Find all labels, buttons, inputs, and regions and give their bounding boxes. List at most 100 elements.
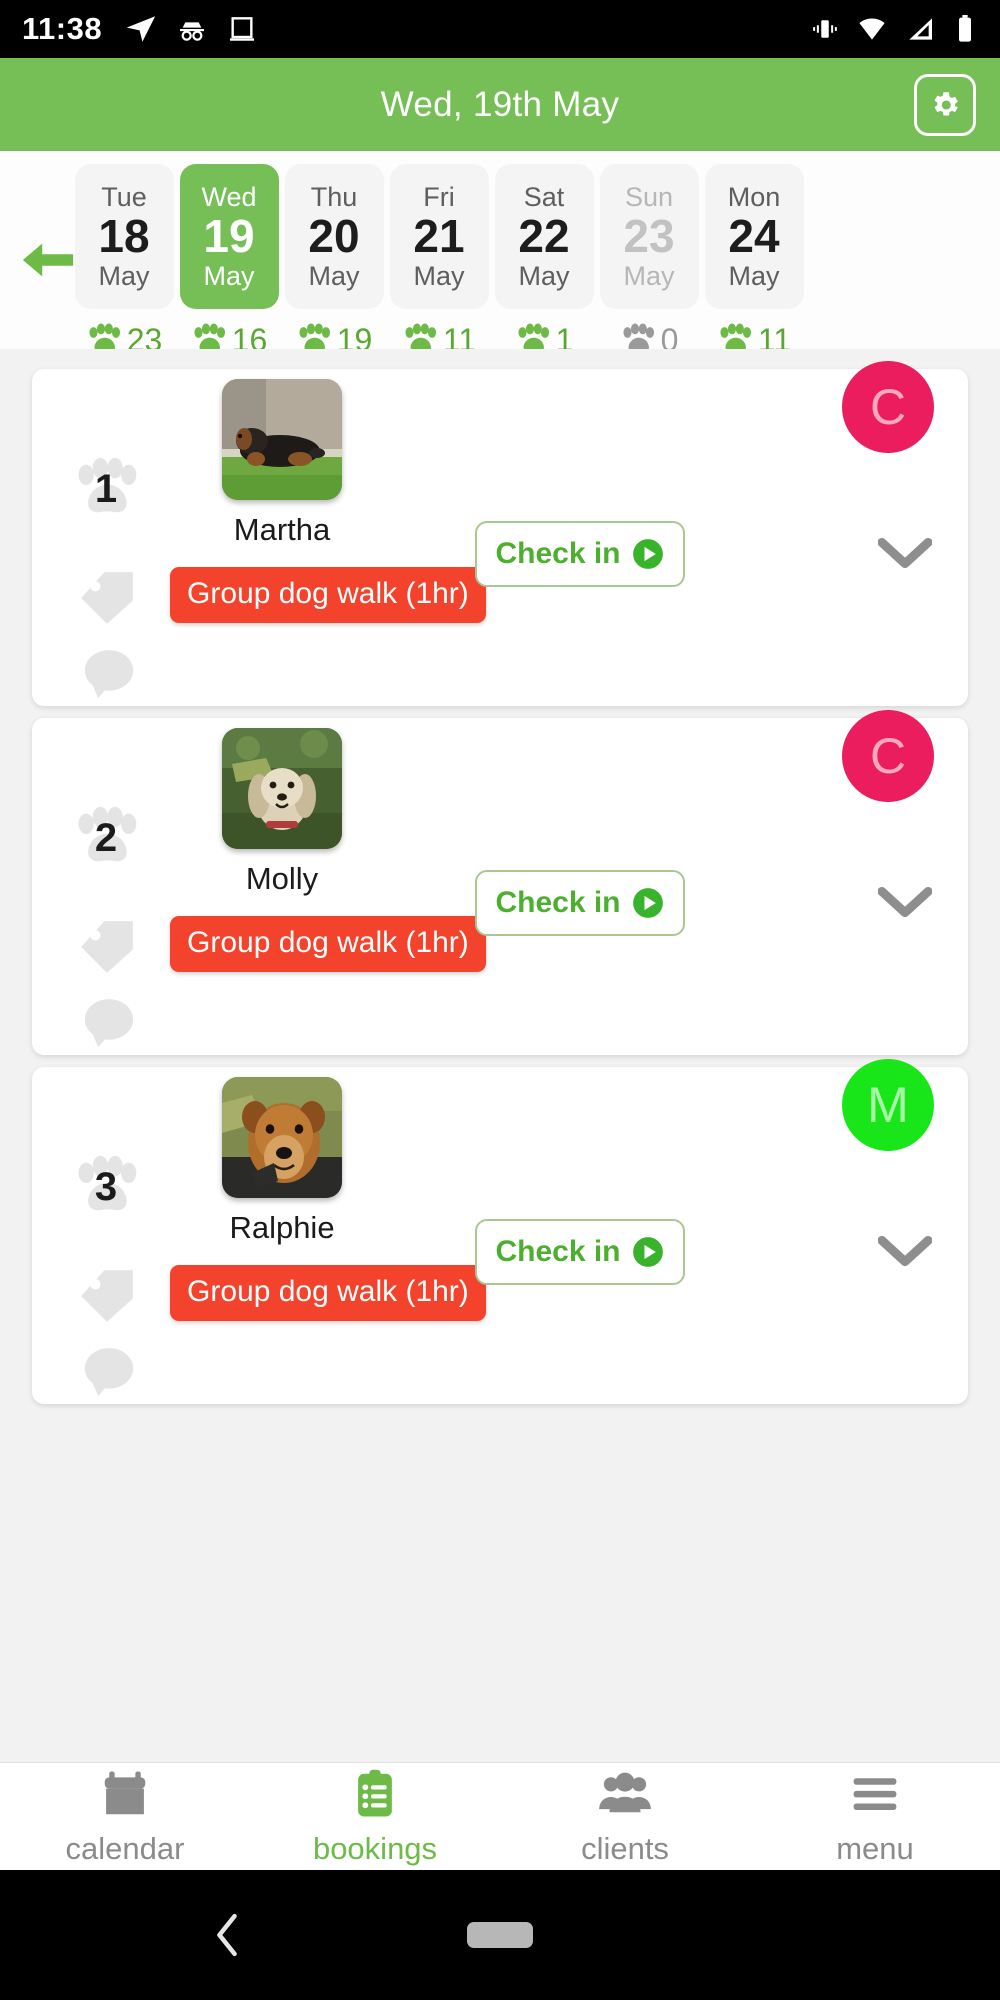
booking-index: 1: [94, 466, 118, 511]
pet-name: Martha: [233, 512, 331, 547]
service-tag[interactable]: Group dog walk (1hr): [170, 567, 486, 623]
dachshund-puppy-photo: [222, 379, 342, 500]
status-bar: 11:38: [0, 0, 1000, 58]
day-number: 24: [728, 210, 780, 263]
day-number: 19: [203, 210, 255, 263]
day-of-week: Sat: [523, 182, 565, 212]
day-button-19[interactable]: Wed 19 May: [179, 164, 279, 309]
nav-item-menu[interactable]: menu: [750, 1767, 1000, 1867]
day-number: 21: [413, 210, 465, 263]
day-month: May: [308, 260, 360, 291]
nav-label: clients: [581, 1830, 669, 1866]
send-icon: [126, 16, 156, 42]
day-column-3: Fri 21 May 11: [388, 164, 490, 360]
day-month: May: [623, 260, 675, 291]
day-of-week: Fri: [423, 182, 455, 212]
service-tag[interactable]: Group dog walk (1hr): [170, 1265, 486, 1321]
nav-item-clients[interactable]: clients: [500, 1767, 750, 1867]
day-button-18[interactable]: Tue 18 May: [74, 164, 174, 309]
people-icon: [599, 1772, 651, 1812]
app-screen: 11:38 Wed, 19th May Tue 18 May 23 Wed 19…: [0, 0, 1000, 2000]
client-avatar[interactable]: C: [842, 710, 934, 802]
pet-block[interactable]: Martha: [182, 379, 382, 548]
hamburger-icon: [853, 1777, 897, 1810]
pet-photo[interactable]: [222, 379, 342, 500]
speech-bubble-icon[interactable]: [80, 996, 138, 1050]
battery-icon: [959, 15, 971, 42]
tag-icon: [81, 1270, 133, 1322]
play-circle-icon: [632, 1237, 663, 1267]
client-avatar[interactable]: C: [842, 361, 934, 453]
tag-icon: [81, 572, 133, 624]
chevron-down-icon[interactable]: [878, 532, 932, 576]
play-circle-icon: [632, 888, 663, 918]
day-column-6: Mon 24 May 11: [703, 164, 805, 360]
booking-card[interactable]: 1 Martha Group dog walk (1hr) C Check in: [32, 361, 968, 706]
speech-bubble-icon[interactable]: [80, 647, 138, 701]
day-of-week: Sun: [624, 182, 674, 212]
chevron-left-icon[interactable]: [210, 1910, 244, 1960]
clipboard-icon: [358, 1769, 392, 1816]
check-in-label: Check in: [495, 886, 621, 919]
pet-photo[interactable]: [222, 1077, 342, 1198]
day-of-week: Wed: [201, 182, 257, 212]
chevron-down-icon[interactable]: [878, 881, 932, 925]
day-number: 22: [518, 210, 570, 263]
day-number: 18: [98, 210, 150, 263]
arrow-left-icon: [22, 243, 74, 277]
date-strip: Tue 18 May 23 Wed 19 May 16 Thu 20 May 1…: [0, 151, 1000, 356]
settings-button[interactable]: [914, 73, 976, 136]
day-button-22[interactable]: Sat 22 May: [494, 164, 594, 309]
day-month: May: [98, 260, 150, 291]
check-in-button[interactable]: Check in: [475, 521, 685, 587]
day-of-week: Thu: [310, 182, 358, 212]
day-column-5: Sun 23 May 0: [598, 164, 700, 360]
check-in-button[interactable]: Check in: [475, 870, 685, 936]
nav-label: calendar: [65, 1830, 185, 1866]
tag-icon: [81, 921, 133, 973]
day-number: 20: [308, 210, 360, 263]
status-bar-system-icons: [810, 13, 978, 45]
speech-bubble-icon[interactable]: [80, 1345, 138, 1399]
pet-photo[interactable]: [222, 728, 342, 849]
day-list: Tue 18 May 23 Wed 19 May 16 Thu 20 May 1…: [73, 164, 805, 360]
client-avatar[interactable]: M: [842, 1059, 934, 1151]
booking-card[interactable]: 3 Ralphie Group dog walk (1hr) M Check i…: [32, 1059, 968, 1404]
wifi-icon: [859, 18, 885, 40]
check-in-button[interactable]: Check in: [475, 1219, 685, 1285]
android-navigation-bar: [0, 1870, 1000, 2000]
booking-index: 2: [94, 815, 118, 860]
day-button-23[interactable]: Sun 23 May: [599, 164, 699, 309]
check-in-label: Check in: [495, 1235, 621, 1268]
booking-card[interactable]: 2 Molly Group dog walk (1hr) C Check in: [32, 710, 968, 1055]
day-column-2: Thu 20 May 19: [283, 164, 385, 360]
day-month: May: [728, 260, 780, 291]
page-title: Wed, 19th May: [380, 84, 620, 124]
avatar-initial: M: [867, 1077, 909, 1133]
service-tag[interactable]: Group dog walk (1hr): [170, 916, 486, 972]
pet-block[interactable]: Molly: [182, 728, 382, 897]
day-button-20[interactable]: Thu 20 May: [284, 164, 384, 309]
chevron-down-icon[interactable]: [878, 1230, 932, 1274]
app-header: Wed, 19th May: [0, 58, 1000, 151]
nav-item-bookings[interactable]: bookings: [250, 1767, 500, 1867]
avatar-initial: C: [869, 379, 907, 435]
gear-icon: [934, 91, 958, 115]
day-button-21[interactable]: Fri 21 May: [389, 164, 489, 309]
nav-item-calendar[interactable]: calendar: [0, 1767, 250, 1867]
nav-label: bookings: [312, 1830, 438, 1866]
day-column-1: Wed 19 May 16: [178, 164, 280, 360]
day-number: 23: [623, 210, 675, 263]
day-button-24[interactable]: Mon 24 May: [704, 164, 804, 309]
bookings-list[interactable]: 1 Martha Group dog walk (1hr) C Check in…: [0, 349, 1000, 1762]
pet-block[interactable]: Ralphie: [182, 1077, 382, 1246]
pet-name: Molly: [245, 861, 319, 896]
calendar-icon: [104, 1771, 146, 1814]
signal-icon: [909, 18, 932, 40]
airedale-terrier-photo: [222, 1077, 342, 1198]
previous-week-button[interactable]: [18, 237, 78, 283]
home-pill-icon[interactable]: [467, 1922, 533, 1948]
status-bar-clock: 11:38: [22, 11, 103, 46]
nav-label: menu: [836, 1830, 914, 1866]
day-month: May: [518, 260, 570, 291]
